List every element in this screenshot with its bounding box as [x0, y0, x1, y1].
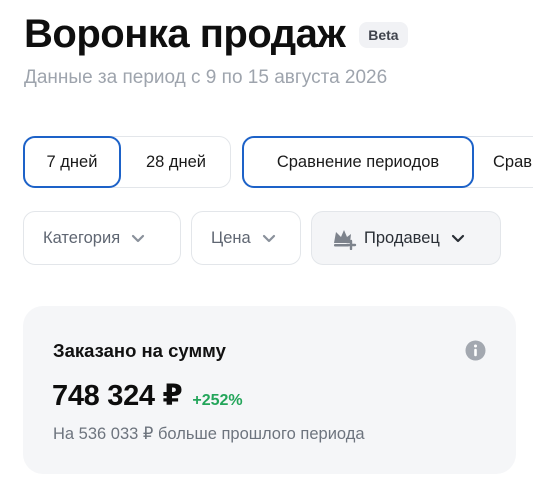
header: Воронка продаж Beta [24, 10, 408, 58]
compare-periods-button[interactable]: Сравнение периодов [242, 136, 474, 188]
period-group-compare: Сравнение периодов Сравнение [242, 136, 533, 188]
metric-value-row: 748 324 ₽ +252% [52, 378, 243, 413]
info-icon[interactable] [465, 340, 486, 361]
price-filter[interactable]: Цена [191, 211, 301, 265]
ordered-amount-card: Заказано на сумму 748 324 ₽ +252% На 536… [23, 306, 516, 474]
chevron-down-icon [451, 234, 464, 243]
period-7-days-button[interactable]: 7 дней [23, 136, 121, 188]
seller-filter[interactable]: Продавец [311, 211, 501, 265]
metric-value: 748 324 ₽ [52, 380, 183, 412]
category-filter-label: Категория [43, 228, 121, 247]
compare-periods-label: Сравнение периодов [276, 152, 440, 171]
chevron-down-icon [262, 234, 275, 243]
category-filter[interactable]: Категория [23, 211, 181, 265]
compare-label: Сравнение [493, 152, 533, 171]
page-title: Воронка продаж [24, 12, 346, 56]
card-title: Заказано на сумму [53, 340, 226, 361]
compare-button[interactable]: Сравнение [493, 136, 533, 188]
period-selector: 7 дней 28 дней Сравнение периодов Сравне… [23, 136, 533, 190]
price-filter-label: Цена [211, 228, 251, 247]
period-subtitle: Данные за период с 9 по 15 августа 2026 [24, 67, 388, 88]
period-28-days-label: 28 дней [145, 152, 207, 171]
metric-delta: +252% [192, 392, 243, 409]
beta-badge: Beta [359, 22, 408, 48]
seller-filter-label: Продавец [364, 228, 440, 247]
chevron-down-icon [132, 234, 145, 243]
period-7-days-label: 7 дней [46, 152, 98, 171]
metric-comparison: На 536 033 ₽ больше прошлого периода [53, 425, 365, 443]
seller-crown-icon [334, 230, 357, 250]
period-group-presets: 7 дней 28 дней [23, 136, 231, 188]
period-28-days-button[interactable]: 28 дней [124, 136, 228, 188]
